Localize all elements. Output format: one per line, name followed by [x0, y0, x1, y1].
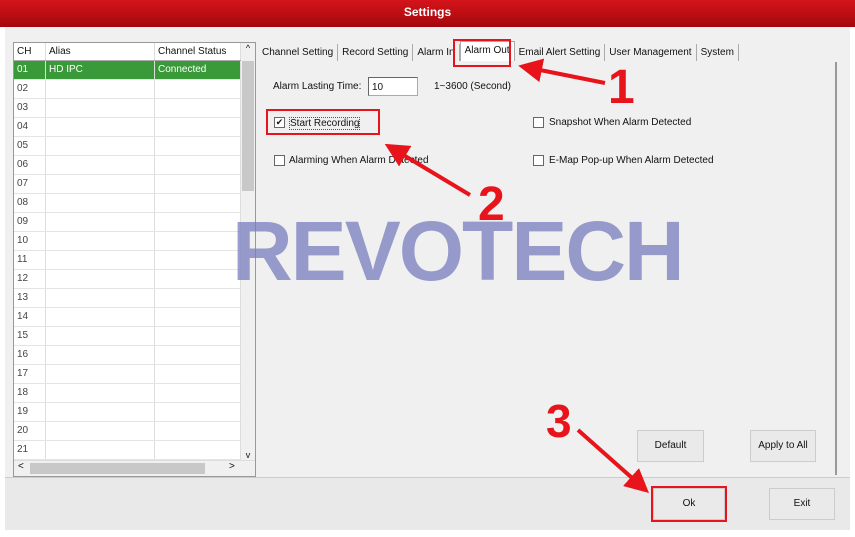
start-recording-highlight [266, 109, 380, 135]
arrow-2 [384, 143, 472, 197]
step-2: 2 [478, 178, 505, 231]
alarm-out-highlight [453, 39, 511, 67]
arrow-3 [576, 428, 649, 493]
annotation-overlay: 1 2 3 [266, 39, 727, 522]
step-3: 3 [546, 395, 572, 447]
arrow-1 [518, 58, 606, 85]
ok-highlight [651, 486, 727, 522]
step-1: 1 [608, 61, 635, 114]
